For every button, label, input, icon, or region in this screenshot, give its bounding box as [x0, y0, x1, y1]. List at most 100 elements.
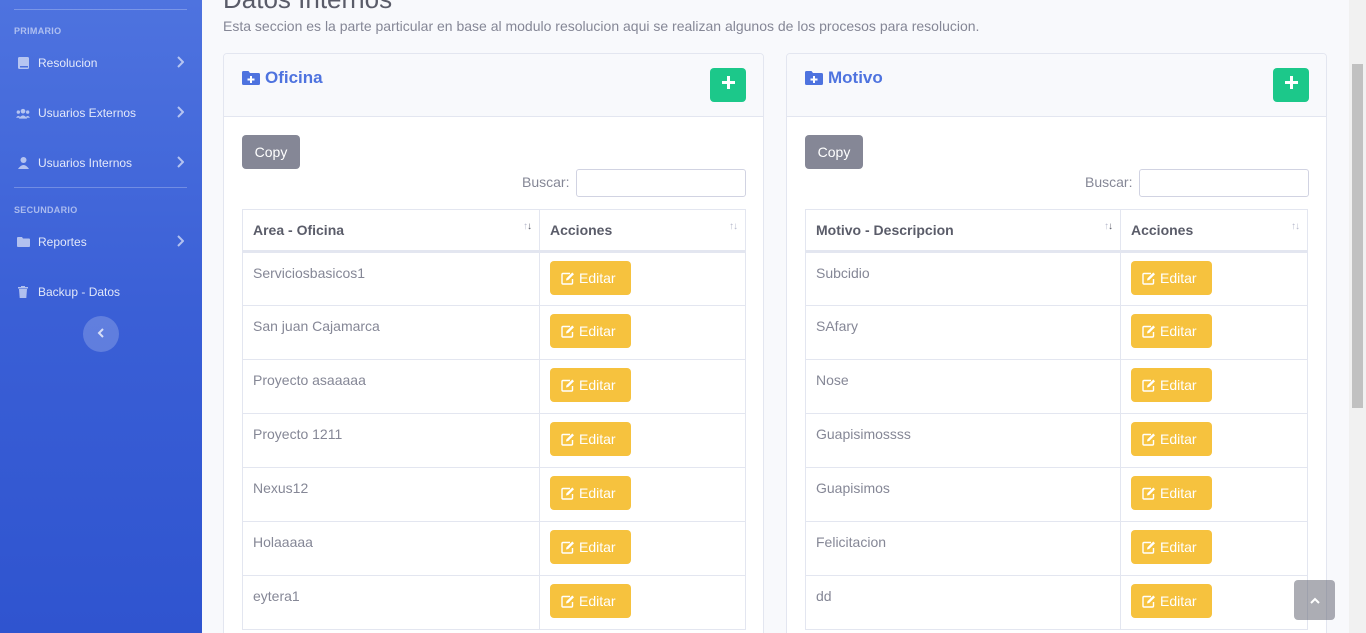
scroll-to-top-button[interactable] — [1294, 580, 1335, 620]
row-actions-cell: Editar — [539, 467, 746, 522]
row-name-cell: eytera1 — [242, 575, 540, 630]
row-actions-cell: Editar — [1120, 413, 1308, 468]
row-actions-cell: Editar — [539, 413, 746, 468]
edit-icon — [1142, 487, 1156, 500]
row-name-cell: Nexus12 — [242, 467, 540, 522]
row-actions-cell: Editar — [539, 251, 746, 306]
edit-button[interactable]: Editar — [1131, 314, 1212, 348]
sidebar-divider — [14, 9, 187, 10]
search-input[interactable] — [576, 169, 746, 197]
card-title-text: Oficina — [265, 68, 323, 87]
scrollbar-thumb[interactable] — [1352, 64, 1363, 408]
sidebar-item-backup-datos[interactable]: Backup - Datos — [0, 274, 202, 310]
table-row: Guapisimos Editar — [805, 467, 1308, 522]
edit-icon — [561, 433, 575, 446]
trash-icon — [16, 285, 30, 299]
page-description: Esta seccion es la parte particular en b… — [223, 18, 980, 34]
sort-icon: ↑↓ — [523, 221, 532, 232]
copy-button[interactable]: Copy — [242, 135, 300, 169]
book-icon — [16, 56, 30, 70]
sidebar-item-usuarios-externos[interactable]: Usuarios Externos — [0, 95, 202, 131]
row-name-cell: Holaaaaa — [242, 521, 540, 576]
edit-button[interactable]: Editar — [550, 368, 631, 402]
motivo-card: Motivo Copy Buscar: Motivo - Descripcion… — [786, 53, 1327, 633]
column-header-acciones[interactable]: Acciones ↑↓ — [1120, 209, 1308, 253]
folder-plus-icon — [805, 71, 823, 85]
oficina-table: Area - Oficina ↑↓ Acciones ↑↓ Serviciosb… — [242, 209, 746, 630]
edit-icon — [1142, 433, 1156, 446]
column-header-motivo-descripcion[interactable]: Motivo - Descripcion ↑↓ — [805, 209, 1121, 253]
row-actions-cell: Editar — [539, 521, 746, 576]
table-row: Nexus12 Editar — [242, 467, 746, 522]
sidebar-heading-primary: PRIMARIO — [14, 26, 62, 36]
table-row: Holaaaaa Editar — [242, 521, 746, 576]
sidebar-item-label: Resolucion — [38, 56, 98, 70]
edit-button[interactable]: Editar — [550, 422, 631, 456]
oficina-card: Oficina Copy Buscar: Area - Oficina ↑↓ A… — [223, 53, 764, 633]
table-row: Felicitacion Editar — [805, 521, 1308, 576]
page-scrollbar[interactable] — [1349, 0, 1366, 633]
edit-button-label: Editar — [579, 593, 616, 609]
sidebar-item-reportes[interactable]: Reportes — [0, 224, 202, 260]
row-actions-cell: Editar — [539, 359, 746, 414]
row-actions-cell: Editar — [1120, 521, 1308, 576]
users-icon — [16, 106, 30, 120]
edit-button-label: Editar — [579, 485, 616, 501]
row-name-cell: Serviciosbasicos1 — [242, 251, 540, 306]
table-row: Serviciosbasicos1 Editar — [242, 251, 746, 306]
edit-icon — [561, 379, 575, 392]
column-header-acciones[interactable]: Acciones ↑↓ — [539, 209, 746, 253]
edit-button[interactable]: Editar — [550, 530, 631, 564]
edit-button[interactable]: Editar — [550, 314, 631, 348]
sidebar-item-resolucion[interactable]: Resolucion — [0, 45, 202, 81]
search-label: Buscar: — [1085, 174, 1133, 190]
edit-button[interactable]: Editar — [550, 476, 631, 510]
edit-button[interactable]: Editar — [1131, 368, 1212, 402]
row-name-cell: Subcidio — [805, 251, 1121, 306]
table-row: Subcidio Editar — [805, 251, 1308, 306]
edit-button[interactable]: Editar — [1131, 476, 1212, 510]
edit-button-label: Editar — [1160, 539, 1197, 555]
edit-button[interactable]: Editar — [1131, 584, 1212, 618]
edit-button[interactable]: Editar — [1131, 530, 1212, 564]
chevron-right-icon — [176, 156, 185, 171]
edit-button-label: Editar — [1160, 431, 1197, 447]
row-actions-cell: Editar — [1120, 359, 1308, 414]
card-title: Oficina — [242, 68, 323, 88]
card-header: Motivo — [787, 54, 1326, 117]
sidebar-item-usuarios-internos[interactable]: Usuarios Internos — [0, 145, 202, 181]
edit-button[interactable]: Editar — [550, 584, 631, 618]
edit-icon — [561, 487, 575, 500]
edit-icon — [1142, 272, 1156, 285]
chevron-left-icon — [97, 325, 105, 343]
row-name-cell: Felicitacion — [805, 521, 1121, 576]
chevron-right-icon — [176, 106, 185, 121]
edit-button-label: Editar — [579, 539, 616, 555]
edit-button[interactable]: Editar — [1131, 261, 1212, 295]
table-row: Proyecto 1211 Editar — [242, 413, 746, 468]
motivo-table: Motivo - Descripcion ↑↓ Acciones ↑↓ Subc… — [805, 209, 1308, 630]
edit-button-label: Editar — [1160, 270, 1197, 286]
add-oficina-button[interactable] — [710, 68, 746, 102]
edit-button[interactable]: Editar — [1131, 422, 1212, 456]
row-actions-cell: Editar — [1120, 251, 1308, 306]
folder-icon — [16, 235, 30, 249]
edit-button[interactable]: Editar — [550, 261, 631, 295]
copy-button[interactable]: Copy — [805, 135, 863, 169]
column-header-area-oficina[interactable]: Area - Oficina ↑↓ — [242, 209, 540, 253]
table-row: San juan Cajamarca Editar — [242, 305, 746, 360]
row-name-cell: Nose — [805, 359, 1121, 414]
sidebar-toggle-button[interactable] — [83, 316, 119, 352]
column-header-label: Acciones — [1131, 222, 1194, 238]
sidebar-item-label: Usuarios Externos — [38, 106, 137, 120]
add-motivo-button[interactable] — [1273, 68, 1309, 102]
edit-icon — [1142, 379, 1156, 392]
edit-icon — [1142, 325, 1156, 338]
edit-button-label: Editar — [1160, 323, 1197, 339]
chevron-right-icon — [176, 235, 185, 250]
table-header-row: Area - Oficina ↑↓ Acciones ↑↓ — [242, 209, 746, 253]
table-row: Nose Editar — [805, 359, 1308, 414]
search-input[interactable] — [1139, 169, 1309, 197]
row-name-cell: Proyecto asaaaaa — [242, 359, 540, 414]
row-name-cell: Guapisimos — [805, 467, 1121, 522]
